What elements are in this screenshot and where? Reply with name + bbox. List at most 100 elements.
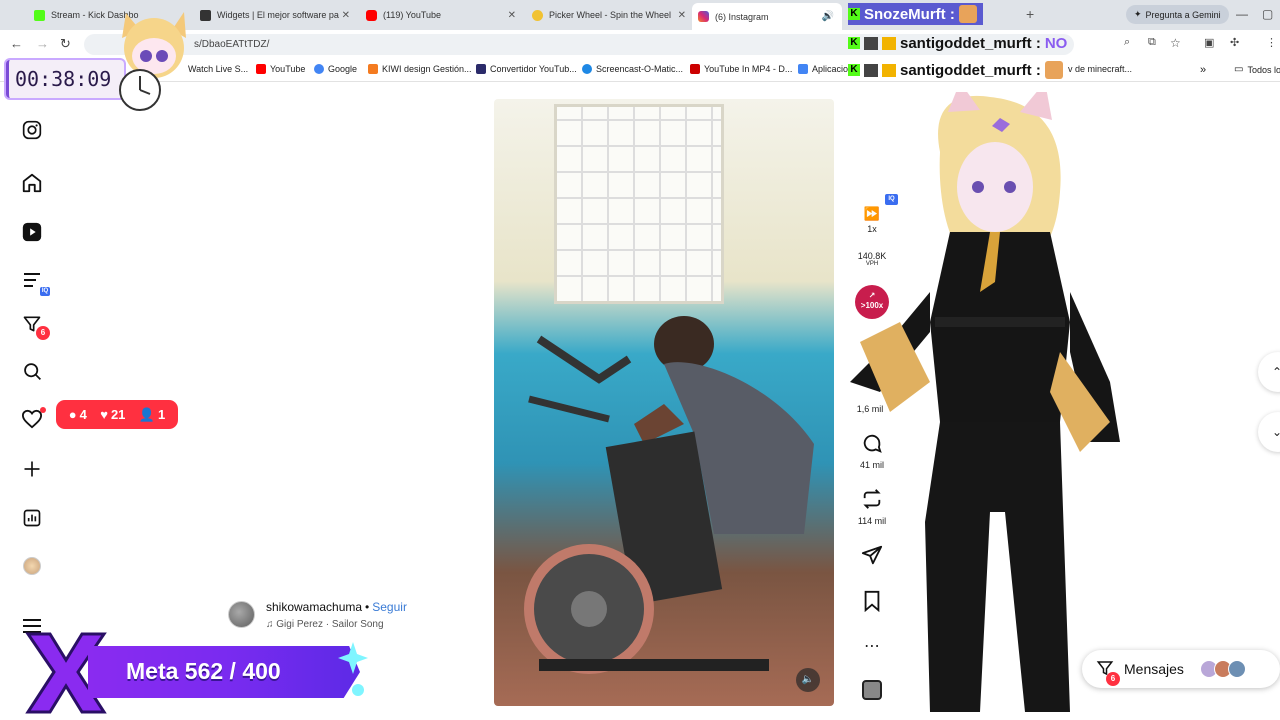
next-reel-icon[interactable]: ⌄	[1258, 412, 1280, 452]
chat-user: santigoddet_murft :	[900, 34, 1041, 52]
reel-video[interactable]: 🔈	[494, 99, 834, 706]
bookmark-label: Google	[328, 64, 358, 74]
chat-message: K santigoddet_murft :	[848, 59, 1063, 81]
new-tab-icon[interactable]: +	[1026, 6, 1034, 22]
cat-emote-icon	[1044, 61, 1063, 79]
tab-instagram[interactable]: (6) Instagram 🔊	[692, 3, 842, 30]
apps-icon	[798, 64, 808, 74]
picker-wheel-icon	[532, 9, 543, 21]
bookmarks-overflow-icon[interactable]: »	[1200, 64, 1206, 76]
menu-dots-icon[interactable]: ⋮	[1266, 36, 1277, 49]
instagram-icon	[698, 11, 709, 22]
stream-goal-widget: Meta 562 / 400	[20, 626, 370, 720]
chat-user: santigoddet_murft :	[900, 61, 1041, 79]
widgets-icon	[200, 9, 211, 21]
chat-message: K SnozeMurft :	[848, 3, 983, 25]
back-icon[interactable]: ←	[10, 36, 23, 51]
author-line: shikowamachuma • Seguir	[266, 600, 407, 614]
bookmark-star-icon[interactable]: ☆	[1170, 36, 1181, 50]
bookmark-label: KIWI design Gestión...	[382, 64, 472, 74]
kiwi-icon	[368, 64, 378, 74]
tab-title: (6) Instagram	[715, 11, 769, 22]
tab-picker-wheel[interactable]: Picker Wheel - Spin the Wheel ✕	[526, 5, 690, 25]
author-avatar[interactable]	[228, 601, 255, 628]
extension-icon[interactable]: ▣	[1204, 36, 1214, 49]
bot-badge-icon	[864, 63, 878, 77]
tab-youtube[interactable]: (119) YouTube ✕	[360, 5, 520, 25]
crown-badge-icon	[882, 36, 896, 50]
previous-reel-icon[interactable]: ⌃	[1258, 352, 1280, 392]
instagram-logo-icon[interactable]	[18, 116, 46, 144]
chat-message: K santigoddet_murft : NO	[848, 32, 1067, 54]
tab-title: Widgets | El mejor software pa	[217, 10, 339, 20]
comments-count: ● 4	[69, 407, 87, 422]
chat-user: SnozeMurft :	[864, 5, 955, 23]
insights-icon[interactable]	[18, 504, 46, 532]
person-icon: 👤	[138, 406, 156, 422]
converter-icon	[476, 64, 486, 74]
kick-icon	[34, 9, 45, 21]
bookmark-item[interactable]: Screencast-O-Matic...	[582, 64, 683, 74]
reload-icon[interactable]: ↻	[60, 36, 71, 52]
stream-timer: 00:38:09	[6, 60, 124, 98]
filter-count-badge: 6	[36, 326, 50, 340]
bookmark-item[interactable]: Convertidor YouTub...	[476, 64, 577, 74]
bookmark-label: YouTube	[270, 64, 306, 74]
bookmark-item[interactable]: KIWI design Gestión...	[368, 64, 472, 74]
comment-bubble-icon: ●	[68, 407, 77, 422]
ask-gemini-button[interactable]: ✦ Pregunta a Gemini	[1126, 5, 1229, 24]
notifications-popup[interactable]: ● 4 ♥ 21 👤 1	[56, 400, 178, 429]
zoom-icon[interactable]: ⌕	[1124, 36, 1130, 49]
search-icon[interactable]	[18, 357, 46, 385]
url-text: s/DbaoEATtTDZ/	[194, 39, 270, 50]
vtuber-avatar-image	[850, 92, 1120, 712]
cat-emote-icon	[958, 5, 977, 23]
minimize-icon[interactable]: —	[1236, 7, 1248, 21]
maximize-icon[interactable]: ▢	[1262, 7, 1273, 21]
iq-list-icon[interactable]: IQ	[18, 266, 50, 296]
forward-icon[interactable]: →	[36, 36, 49, 51]
bookmark-label: Screencast-O-Matic...	[596, 64, 684, 74]
profile-avatar[interactable]	[18, 552, 46, 580]
goal-text: Meta 562 / 400	[126, 658, 281, 684]
likes-value: 21	[110, 407, 126, 422]
bookmark-label: Todos los	[1247, 64, 1280, 75]
folder-icon: ▭	[1234, 64, 1244, 75]
crown-badge-icon	[882, 63, 896, 77]
reels-icon[interactable]	[18, 218, 46, 246]
speaker-icon[interactable]: 🔊	[822, 11, 834, 22]
mp4-icon	[690, 64, 700, 74]
bookmark-label: Convertidor YouTub...	[490, 64, 577, 74]
close-tab-icon[interactable]: ✕	[508, 10, 516, 21]
tab-widgets[interactable]: Widgets | El mejor software pa ✕	[194, 5, 354, 25]
bookmark-label: Watch Live S...	[188, 64, 249, 74]
youtube-icon	[256, 64, 266, 74]
close-tab-icon[interactable]: ✕	[678, 10, 686, 21]
create-icon[interactable]	[18, 455, 46, 483]
likes-count: ♥ 21	[100, 407, 125, 422]
youtube-icon	[366, 9, 377, 21]
bookmark-item[interactable]: Aplicacio	[798, 64, 848, 74]
tab-title: Picker Wheel - Spin the Wheel	[549, 10, 672, 20]
follows-value: 1	[158, 407, 166, 422]
follow-button[interactable]: Seguir	[372, 600, 407, 614]
bookmark-item[interactable]: YouTube	[256, 64, 305, 74]
tab-title: (119) YouTube	[383, 10, 442, 20]
author-name[interactable]: shikowamachuma	[266, 600, 362, 614]
google-icon	[314, 64, 324, 74]
comments-value: 4	[79, 407, 87, 422]
bookmark-item[interactable]: Google	[314, 64, 357, 74]
bookmark-item[interactable]: Watch Live S...	[188, 64, 248, 74]
home-icon[interactable]	[18, 169, 46, 197]
notifications-heart-icon[interactable]	[18, 405, 46, 433]
gemini-label: Pregunta a Gemini	[1145, 9, 1221, 20]
install-icon[interactable]: ⧉	[1148, 36, 1156, 49]
bookmark-item[interactable]: v de minecraft...	[1068, 64, 1132, 74]
mute-toggle-icon[interactable]: 🔈	[796, 668, 820, 692]
filter-icon[interactable]: 6	[18, 310, 50, 340]
bookmark-label: v de minecraft...	[1068, 64, 1133, 74]
bookmark-item[interactable]: YouTube In MP4 - D...	[690, 64, 792, 74]
close-tab-icon[interactable]: ✕	[342, 10, 350, 21]
all-bookmarks[interactable]: ▭Todos los	[1234, 64, 1280, 75]
puzzle-icon[interactable]: ✣	[1230, 36, 1239, 49]
